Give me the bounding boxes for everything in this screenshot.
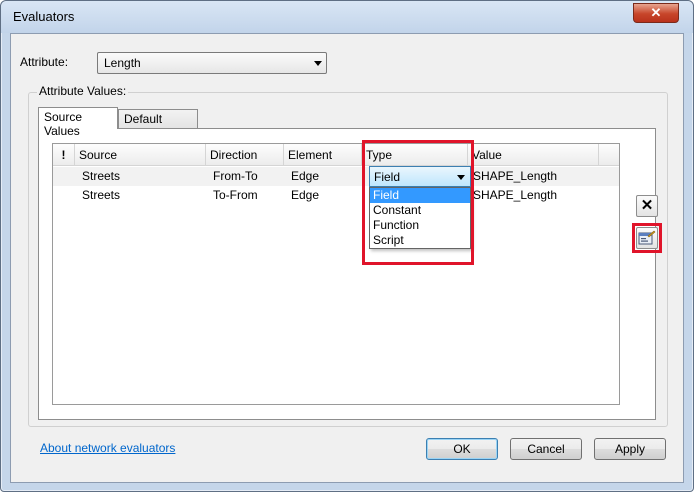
evaluators-grid[interactable]: ! Source Direction Element Type Value St…	[52, 140, 620, 405]
cell-source: Streets	[82, 188, 121, 202]
ok-button[interactable]: OK	[426, 438, 498, 460]
cell-source: Streets	[82, 169, 121, 183]
apply-button[interactable]: Apply	[594, 438, 666, 460]
source-values-panel: ! Source Direction Element Type Value St…	[38, 128, 662, 420]
attribute-select[interactable]: Length	[97, 52, 327, 74]
attribute-select-value: Length	[104, 56, 141, 70]
tab-default-values[interactable]: Default Values	[118, 109, 198, 140]
attribute-label: Attribute:	[20, 55, 69, 69]
window-title: Evaluators	[13, 9, 75, 24]
about-network-evaluators-link[interactable]: About network evaluators	[40, 441, 175, 455]
title-bar: Evaluators ✕	[1, 1, 693, 33]
window-close-button[interactable]: ✕	[633, 3, 679, 23]
cell-element: Edge	[291, 169, 320, 183]
cell-element: Edge	[291, 188, 320, 202]
properties-button-highlight	[632, 223, 662, 253]
col-header-source[interactable]: Source	[75, 144, 206, 166]
attribute-values-label: Attribute Values:	[37, 84, 129, 98]
col-header-element[interactable]: Element	[284, 144, 362, 166]
table-row[interactable]: Streets To-From Edge SHAPE_Length	[53, 186, 619, 205]
col-header-value[interactable]: Value	[468, 144, 599, 166]
tab-source-values[interactable]: Source Values	[38, 107, 118, 138]
grid-header: ! Source Direction Element Type Value	[53, 144, 619, 166]
col-header-direction[interactable]: Direction	[206, 144, 284, 166]
type-column-highlight	[362, 140, 474, 265]
tab-source-values-label: Source Values	[44, 110, 83, 138]
dialog-client-area: Attribute: Length Attribute Values: Sour…	[10, 33, 684, 483]
table-row[interactable]: Streets From-To Edge SHAPE_Length	[53, 167, 619, 186]
close-icon: ✕	[640, 197, 654, 214]
col-header-warning[interactable]: !	[53, 144, 75, 166]
close-icon: ✕	[650, 5, 662, 20]
cell-value: SHAPE_Length	[473, 169, 558, 183]
cell-value: SHAPE_Length	[473, 188, 558, 202]
cell-direction: From-To	[213, 169, 258, 183]
cell-direction: To-From	[213, 188, 258, 202]
delete-button[interactable]: ✕	[636, 195, 658, 217]
evaluators-window: Evaluators ✕ Attribute: Length Attribute…	[0, 0, 694, 492]
chevron-down-icon	[314, 61, 322, 66]
cancel-button[interactable]: Cancel	[510, 438, 582, 460]
